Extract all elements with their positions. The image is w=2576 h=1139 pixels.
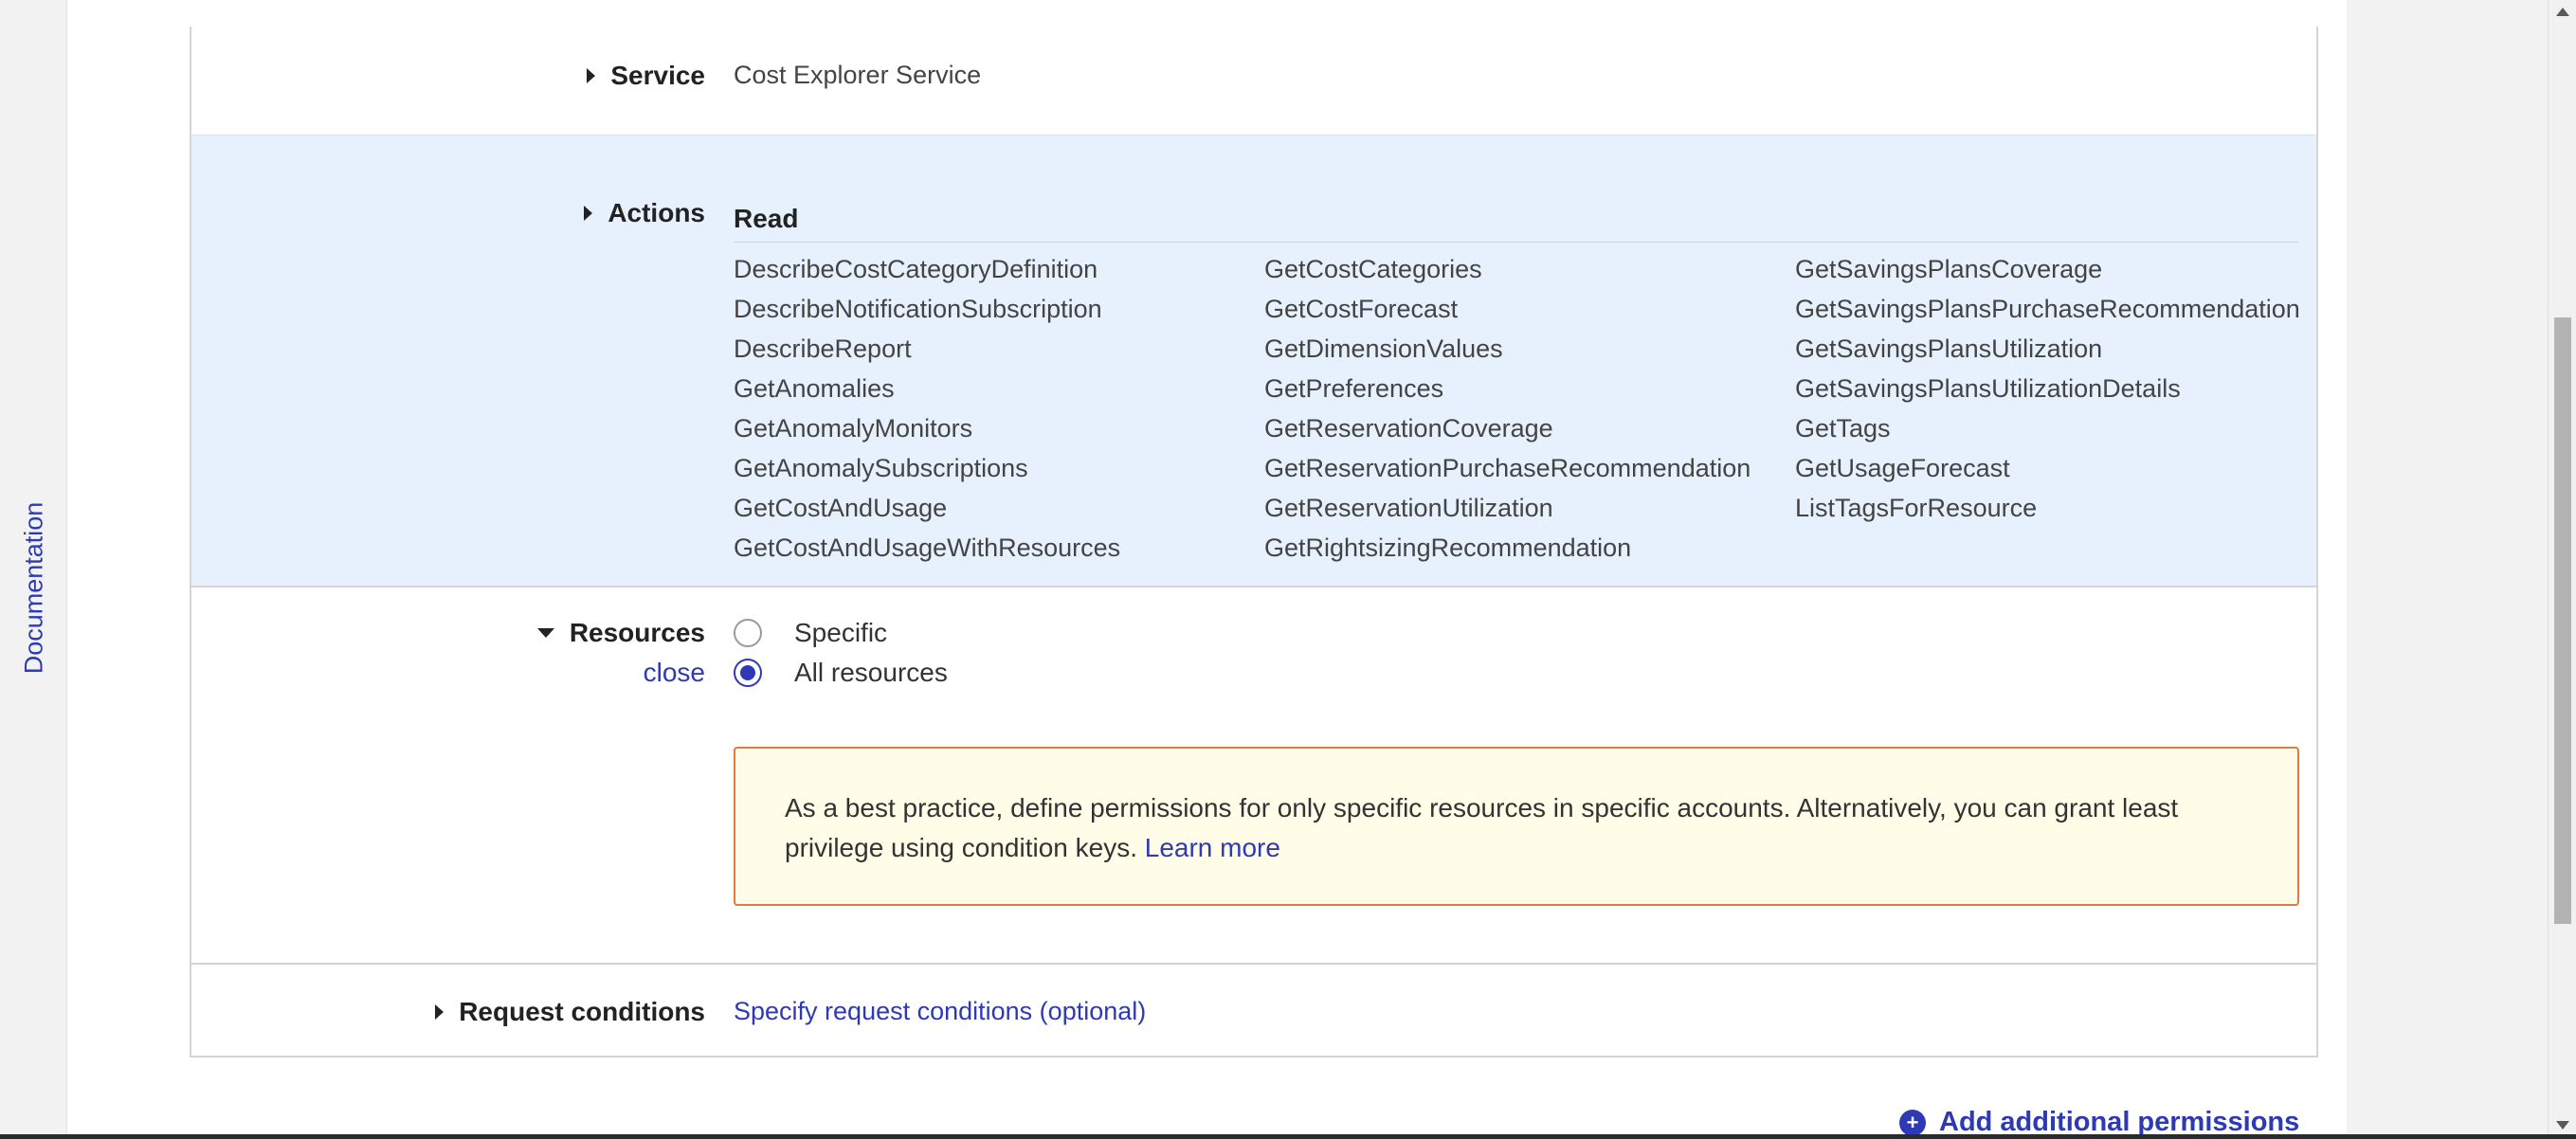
warning-text: As a best practice, define permissions f…: [785, 793, 2179, 862]
actions-group-header: Read: [734, 204, 2299, 243]
action-item[interactable]: GetCostAndUsageWithResources: [734, 532, 1120, 571]
service-row: Service Cost Explorer Service: [191, 27, 2316, 135]
app-frame: Documentation Service Cost Explorer Serv…: [0, 0, 2576, 1139]
right-gutter: [2347, 0, 2548, 1139]
scroll-thumb[interactable]: [2554, 317, 2571, 924]
action-item[interactable]: GetSavingsPlansUtilizationDetails: [1795, 372, 2300, 412]
documentation-rail: Documentation: [0, 0, 67, 1139]
action-item[interactable]: DescribeNotificationSubscription: [734, 293, 1120, 333]
radio-all-resources-label: All resources: [794, 658, 948, 687]
request-conditions-label: Request conditions: [459, 997, 705, 1026]
request-conditions-toggle[interactable]: Request conditions: [435, 997, 705, 1027]
action-item[interactable]: GetCostAndUsage: [734, 492, 1120, 532]
actions-toggle[interactable]: Actions: [584, 198, 705, 228]
permission-panel: Service Cost Explorer Service Actions Re…: [190, 27, 2318, 1058]
resources-close-link[interactable]: close: [644, 658, 705, 688]
resources-row: Resources close Specific All resources A…: [191, 589, 2316, 965]
action-item[interactable]: DescribeCostCategoryDefinition: [734, 253, 1120, 293]
window-bottom-edge: [0, 1134, 2576, 1139]
action-item[interactable]: GetReservationUtilization: [1264, 492, 1751, 532]
actions-row: Actions Read DescribeCostCategoryDefinit…: [191, 135, 2316, 588]
radio-all-resources[interactable]: All resources: [734, 658, 948, 688]
scroll-down-icon[interactable]: [2556, 1121, 2569, 1130]
caret-right-icon: [435, 1004, 444, 1020]
action-item[interactable]: GetDimensionValues: [1264, 333, 1751, 372]
vertical-scrollbar[interactable]: [2548, 0, 2576, 1139]
best-practice-warning: As a best practice, define permissions f…: [734, 747, 2299, 906]
service-value: Cost Explorer Service: [734, 61, 982, 89]
action-item[interactable]: GetTags: [1795, 412, 2300, 452]
page-edge: [2320, 27, 2347, 1116]
action-item[interactable]: GetCostForecast: [1264, 293, 1751, 333]
radio-specific-label: Specific: [794, 618, 888, 647]
actions-column-2: GetCostCategories GetCostForecast GetDim…: [1264, 253, 1751, 571]
action-item[interactable]: GetAnomalyMonitors: [734, 412, 1120, 452]
action-item[interactable]: GetAnomalySubscriptions: [734, 452, 1120, 492]
specify-conditions-link[interactable]: Specify request conditions (optional): [734, 997, 1146, 1026]
actions-column-3: GetSavingsPlansCoverage GetSavingsPlansP…: [1795, 253, 2300, 532]
action-item[interactable]: DescribeReport: [734, 333, 1120, 372]
actions-label: Actions: [608, 198, 705, 227]
service-toggle[interactable]: Service: [587, 61, 705, 91]
documentation-tab-label: Documentation: [19, 501, 48, 674]
caret-down-icon: [536, 628, 554, 638]
action-item[interactable]: GetSavingsPlansPurchaseRecommendation: [1795, 293, 2300, 333]
action-item[interactable]: GetReservationPurchaseRecommendation: [1264, 452, 1751, 492]
action-item[interactable]: ListTagsForResource: [1795, 492, 2300, 532]
action-item[interactable]: GetCostCategories: [1264, 253, 1751, 293]
action-item[interactable]: GetReservationCoverage: [1264, 412, 1751, 452]
action-item[interactable]: GetUsageForecast: [1795, 452, 2300, 492]
action-item[interactable]: GetSavingsPlansUtilization: [1795, 333, 2300, 372]
caret-right-icon: [584, 206, 593, 221]
caret-right-icon: [587, 68, 596, 83]
radio-specific[interactable]: Specific: [734, 618, 887, 648]
documentation-tab[interactable]: Documentation: [15, 483, 53, 692]
action-item[interactable]: GetAnomalies: [734, 372, 1120, 412]
service-label: Service: [610, 61, 705, 90]
resources-label: Resources: [569, 618, 705, 647]
request-conditions-row: Request conditions Specify request condi…: [191, 967, 2316, 1056]
actions-column-1: DescribeCostCategoryDefinition DescribeN…: [734, 253, 1120, 571]
action-item[interactable]: GetRightsizingRecommendation: [1264, 532, 1751, 571]
action-item[interactable]: GetSavingsPlansCoverage: [1795, 253, 2300, 293]
action-item[interactable]: GetPreferences: [1264, 372, 1751, 412]
radio-all-resources-input[interactable]: [734, 659, 762, 687]
radio-specific-input[interactable]: [734, 619, 762, 647]
resources-toggle[interactable]: Resources: [536, 618, 705, 648]
plus-circle-icon: +: [1899, 1109, 1926, 1136]
scroll-up-icon[interactable]: [2556, 8, 2569, 16]
learn-more-link[interactable]: Learn more: [1145, 833, 1280, 862]
